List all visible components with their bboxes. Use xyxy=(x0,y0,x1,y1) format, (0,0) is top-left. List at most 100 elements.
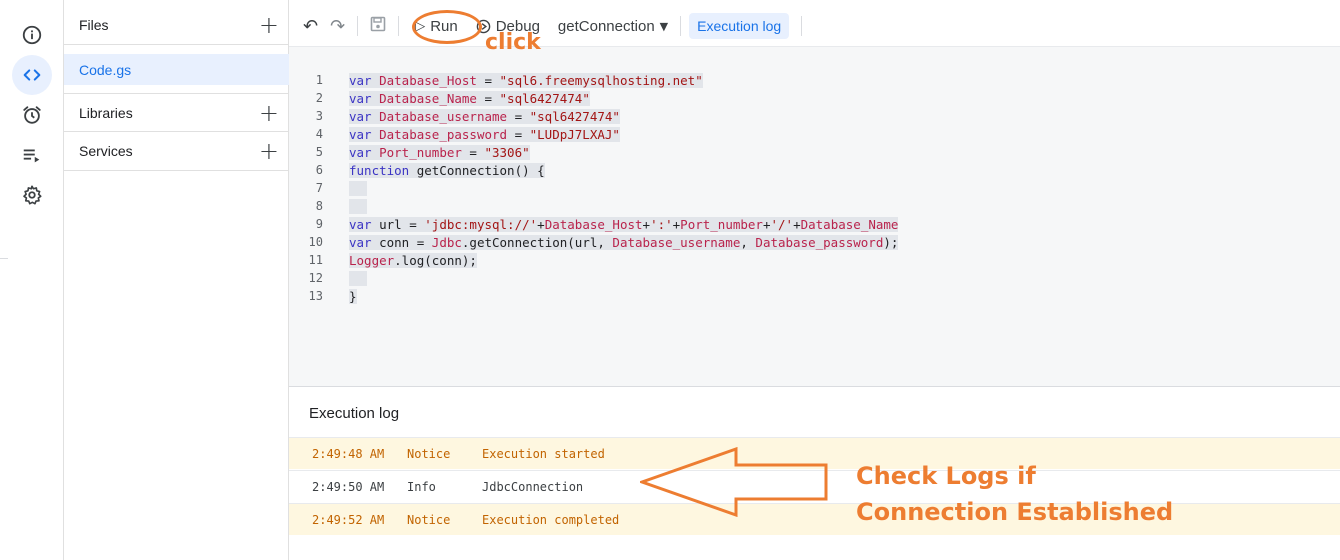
code-editor[interactable]: 1 var Database_Host = "sql6.freemysqlhost… xyxy=(289,46,1340,386)
add-library-plus-icon[interactable]: + xyxy=(259,101,279,125)
log-msg: Execution completed xyxy=(482,512,620,527)
code-token: Database_username xyxy=(379,108,508,124)
undo-icon[interactable]: ↶ xyxy=(303,16,318,37)
code-token: , xyxy=(740,234,756,250)
code-token: '/' xyxy=(770,216,794,232)
files-section-header: Files + xyxy=(64,6,289,45)
code-token: Database_password xyxy=(755,234,884,250)
code-text: function getConnection() { xyxy=(349,162,545,178)
code-token: Port_number xyxy=(680,216,763,232)
check-logs-line2: Connection Established xyxy=(856,498,1174,526)
log-msg: Execution started xyxy=(482,446,605,461)
code-token: = xyxy=(507,126,530,142)
code-line[interactable]: 11 Logger.log(conn); xyxy=(289,251,1340,269)
overview-button[interactable] xyxy=(12,15,52,55)
line-number: 4 xyxy=(315,127,323,141)
check-logs-line1: Check Logs if xyxy=(856,462,1036,490)
code-line[interactable]: 6 function getConnection() { xyxy=(289,161,1340,179)
function-select-value: getConnection xyxy=(557,17,655,35)
code-token: = xyxy=(507,108,530,124)
code-token: var xyxy=(349,72,380,88)
save-icon[interactable] xyxy=(370,16,386,37)
line-number: 8 xyxy=(315,199,323,213)
code-line[interactable]: 8 xyxy=(289,197,1340,215)
line-number: 5 xyxy=(315,145,323,159)
line-number: 3 xyxy=(315,109,323,123)
code-text xyxy=(349,180,367,196)
code-token: + xyxy=(642,216,651,232)
code-token: function xyxy=(349,162,417,178)
code-token: var xyxy=(349,90,380,106)
code-token: ); xyxy=(883,234,899,250)
code-token: var xyxy=(349,234,380,250)
code-token: var xyxy=(349,108,380,124)
log-level: Notice xyxy=(407,512,451,527)
run-highlight-ring xyxy=(412,10,482,44)
line-number: 13 xyxy=(308,289,323,303)
code-token: "3306" xyxy=(484,144,530,160)
code-token: Database_password xyxy=(379,126,508,142)
code-line[interactable]: 12 xyxy=(289,269,1340,287)
code-token: ':' xyxy=(650,216,673,232)
libraries-section-header: Libraries + xyxy=(64,93,289,132)
code-token: .log(conn); xyxy=(394,252,477,268)
add-service-plus-icon[interactable]: + xyxy=(259,139,279,163)
line-number: 7 xyxy=(315,181,323,195)
code-line[interactable]: 5 var Port_number = "3306" xyxy=(289,143,1340,161)
code-token: url = xyxy=(379,216,425,232)
services-title: Services xyxy=(79,143,133,159)
file-item-code-gs[interactable]: Code.gs xyxy=(64,54,289,85)
function-select[interactable]: getConnection ▼ xyxy=(558,18,668,35)
left-arrow-annotation xyxy=(640,447,828,517)
services-section-header: Services + xyxy=(64,132,289,171)
code-line[interactable]: 3 var Database_username = "sql6427474" xyxy=(289,107,1340,125)
code-token: + xyxy=(762,216,771,232)
execution-log-title: Execution log xyxy=(309,405,400,422)
code-token: Database_username xyxy=(612,234,741,250)
execution-log-button[interactable]: Execution log xyxy=(689,13,790,39)
code-token: = xyxy=(461,144,485,160)
code-icon xyxy=(23,69,41,81)
code-text xyxy=(349,270,367,286)
code-line[interactable]: 1 var Database_Host = "sql6.freemysqlhost… xyxy=(289,71,1340,89)
toolbar-divider xyxy=(357,16,359,36)
line-number: 9 xyxy=(315,217,323,231)
toolbar-divider xyxy=(801,16,803,36)
code-line[interactable]: 4 var Database_password = "LUDpJ7LXAJ" xyxy=(289,125,1340,143)
code-line[interactable]: 7 xyxy=(289,179,1340,197)
left-rail xyxy=(0,0,64,560)
code-text: var conn = Jdbc.getConnection(url, Datab… xyxy=(349,234,899,250)
code-text: var Database_Name = "sql6427474" xyxy=(349,90,590,106)
line-number: 10 xyxy=(308,235,323,249)
libraries-title: Libraries xyxy=(79,104,133,121)
add-file-plus-icon[interactable]: + xyxy=(259,13,279,37)
log-msg: JdbcConnection xyxy=(482,479,584,494)
log-time: 2:49:52 AM xyxy=(312,512,385,527)
code-line[interactable]: 13} xyxy=(289,287,1340,305)
alarm-clock-icon xyxy=(23,106,41,124)
files-panel: Files + Code.gs Libraries + Services + xyxy=(64,0,289,560)
code-token: 'jdbc:mysql://' xyxy=(424,216,538,232)
code-token: = xyxy=(476,90,500,106)
code-token: Logger xyxy=(349,252,395,268)
gear-icon xyxy=(23,185,42,205)
triggers-button[interactable] xyxy=(12,95,52,135)
log-level: Notice xyxy=(407,446,451,461)
code-token: "LUDpJ7LXAJ" xyxy=(529,126,620,142)
code-token: var xyxy=(349,126,380,142)
code-token: "sql6427474" xyxy=(499,90,590,106)
code-token: Database_Host xyxy=(544,216,643,232)
log-time: 2:49:50 AM xyxy=(312,479,385,494)
executions-button[interactable] xyxy=(12,135,52,175)
code-token: conn = xyxy=(379,234,432,250)
editor-button[interactable] xyxy=(12,55,52,95)
code-token: + xyxy=(793,216,801,232)
code-line[interactable]: 9 var url = 'jdbc:mysql://'+Database_Host… xyxy=(289,215,1340,233)
redo-icon[interactable]: ↷ xyxy=(330,16,345,37)
code-line[interactable]: 10 var conn = Jdbc.getConnection(url, Dat… xyxy=(289,233,1340,251)
code-token: .getConnection(url, xyxy=(461,234,613,250)
code-token: Port_number xyxy=(379,144,462,160)
code-line[interactable]: 2 var Database_Name = "sql6427474" xyxy=(289,89,1340,107)
settings-button[interactable] xyxy=(12,175,52,215)
code-text: var Database_username = "sql6427474" xyxy=(349,108,620,124)
